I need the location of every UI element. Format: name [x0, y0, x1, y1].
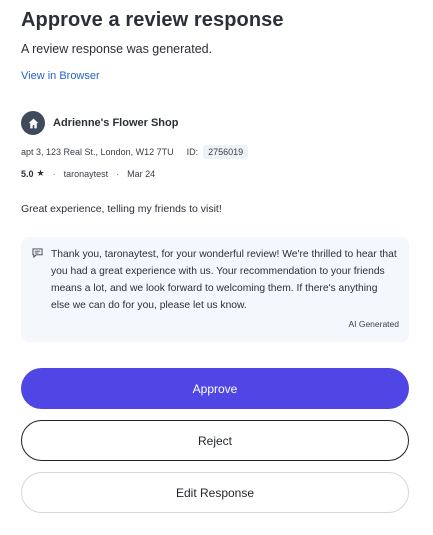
- page-subtitle: A review response was generated.: [21, 42, 213, 56]
- comment-icon: [32, 248, 43, 258]
- review-text: Great experience, telling my friends to …: [21, 203, 222, 215]
- star-icon: ★: [36, 168, 45, 178]
- business-id-badge: 2756019: [203, 145, 249, 159]
- review-date: Mar 24: [127, 168, 156, 179]
- meta-separator: ·: [116, 168, 120, 179]
- review-author: taronaytest: [63, 168, 109, 179]
- view-in-browser-link[interactable]: View in Browser: [21, 70, 100, 82]
- business-details: apt 3, 123 Real St., London, W12 7TU ID:…: [21, 145, 249, 159]
- business-address: apt 3, 123 Real St., London, W12 7TU: [21, 147, 174, 157]
- response-text: Thank you, taronaytest, for your wonderf…: [51, 249, 397, 311]
- review-rating: 5.0: [21, 168, 34, 179]
- business-id-label: ID:: [186, 147, 199, 157]
- review-meta: 5.0 ★ · taronaytest · Mar 24: [21, 168, 155, 179]
- meta-separator: ·: [52, 168, 56, 179]
- response-box: Thank you, taronaytest, for your wonderf…: [21, 237, 409, 342]
- edit-response-button[interactable]: Edit Response: [21, 472, 409, 513]
- home-icon: [21, 111, 45, 135]
- page-title: Approve a review response: [21, 9, 284, 31]
- business-name: Adrienne's Flower Shop: [53, 117, 179, 129]
- ai-generated-label: AI Generated: [348, 319, 399, 329]
- reject-button[interactable]: Reject: [21, 420, 409, 461]
- business-header: Adrienne's Flower Shop: [21, 111, 178, 135]
- approve-button[interactable]: Approve: [21, 368, 409, 409]
